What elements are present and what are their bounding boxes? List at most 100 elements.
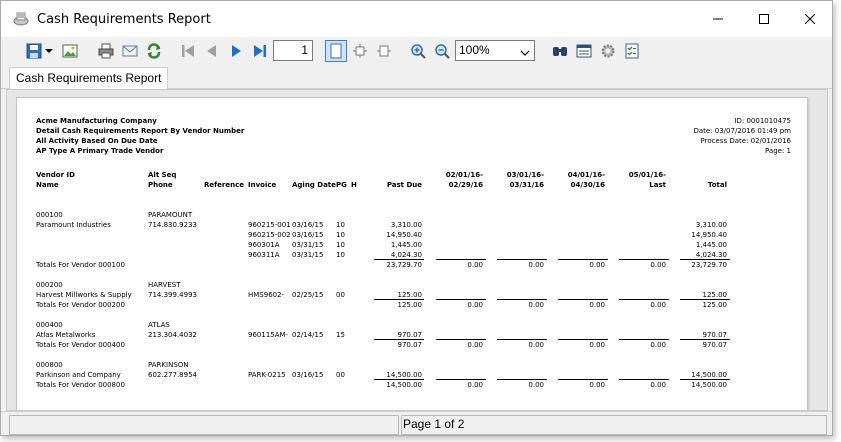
vendor-totals-label: Totals For Vendor 000400	[36, 341, 125, 349]
page-status: Page 1 of 2	[403, 417, 465, 431]
col-invoice: Invoice	[248, 181, 277, 189]
minimize-button[interactable]	[695, 1, 741, 37]
col-period1-start: 02/01/16-	[445, 171, 483, 179]
col-period3-end: 04/30/16	[570, 181, 605, 189]
fit-page-icon[interactable]	[349, 40, 371, 62]
total-amount: 14,950.40	[691, 231, 727, 239]
past-due-amount: 3,310.00	[390, 221, 422, 229]
previous-page-icon[interactable]	[201, 40, 223, 62]
vendor-alt-seq: HARVEST	[148, 281, 181, 289]
vendor-alt-seq: PARAMOUNT	[148, 211, 193, 219]
tab-strip: Cash Requirements Report	[1, 65, 832, 90]
vendor-total-past-due: 14,500.00	[386, 381, 422, 389]
vendor-total-period1: 0.00	[467, 341, 483, 349]
report-basis: All Activity Based On Due Date	[36, 137, 158, 145]
pg-code: 00	[336, 291, 345, 299]
col-total: Total	[707, 181, 727, 189]
email-icon[interactable]	[119, 40, 141, 62]
checklist-icon[interactable]	[621, 40, 643, 62]
aging-date: 03/31/15	[292, 241, 324, 249]
vendor-total-amount: 970.07	[702, 341, 728, 349]
vendor-total-period2: 0.00	[528, 301, 544, 309]
last-page-icon[interactable]	[249, 40, 271, 62]
vendor-totals-label: Totals For Vendor 000100	[36, 261, 125, 269]
first-page-icon[interactable]	[177, 40, 199, 62]
window-title: Cash Requirements Report	[37, 12, 211, 27]
print-icon[interactable]	[95, 40, 117, 62]
vendor-total-past-due: 125.00	[397, 301, 423, 309]
vendor-phone: 213.304.4032	[148, 331, 197, 339]
report-viewer[interactable]: Acme Manufacturing Company Detail Cash R…	[6, 89, 828, 411]
col-past-due: Past Due	[386, 181, 422, 189]
chevron-down-icon	[520, 45, 530, 64]
zoom-in-icon[interactable]	[407, 40, 429, 62]
past-due-amount: 14,950.40	[386, 231, 422, 239]
pg-code: 00	[336, 371, 345, 379]
zoom-select[interactable]: 100%	[455, 40, 535, 61]
zoom-value: 100%	[459, 43, 490, 57]
vendor-phone: 714.830.9233	[148, 221, 197, 229]
dropdown-arrow-icon[interactable]	[43, 40, 55, 62]
vendor-id: 000400	[36, 321, 63, 329]
maximize-button[interactable]	[741, 1, 787, 37]
col-period2-end: 03/31/16	[509, 181, 544, 189]
fit-width-icon[interactable]	[373, 40, 395, 62]
report-date: Date: 03/07/2016 01:49 pm	[693, 127, 791, 135]
col-period2-start: 03/01/16-	[506, 171, 544, 179]
report-process-date: Process Date: 02/01/2016	[700, 137, 791, 145]
col-period4-end: Last	[649, 181, 666, 189]
title-bar: Cash Requirements Report	[1, 1, 832, 37]
export-image-icon[interactable]	[59, 40, 81, 62]
vendor-phone: 714.399.4993	[148, 291, 197, 299]
total-amount: 1,445.00	[695, 241, 727, 249]
tab-cash-requirements-report[interactable]: Cash Requirements Report	[9, 67, 169, 90]
vendor-total-period3: 0.00	[589, 261, 605, 269]
refresh-icon[interactable]	[143, 40, 165, 62]
status-panel-left	[9, 415, 399, 435]
col-h: H	[351, 181, 357, 189]
page-number-input[interactable]: 1	[273, 40, 313, 61]
vendor-total-period2: 0.00	[528, 381, 544, 389]
invoice-number: PARK-0215	[248, 371, 286, 379]
vendor-totals-label: Totals For Vendor 000800	[36, 381, 125, 389]
vendor-total-period1: 0.00	[467, 261, 483, 269]
pg-code: 10	[336, 241, 345, 249]
vendor-alt-seq: PARKINSON	[148, 361, 189, 369]
pg-code: 10	[336, 251, 345, 259]
invoice-number: HMS9602-	[248, 291, 285, 299]
col-aging-date: Aging Date	[292, 181, 336, 189]
aging-date: 02/25/15	[292, 291, 324, 299]
layout-icon[interactable]	[573, 40, 595, 62]
past-due-amount: 1,445.00	[390, 241, 422, 249]
vendor-totals-label: Totals For Vendor 000200	[36, 301, 125, 309]
col-phone: Phone	[148, 181, 173, 189]
invoice-number: 960115AM-	[248, 331, 289, 339]
status-bar: Page 1 of 2	[1, 411, 832, 435]
aging-date: 02/14/15	[292, 331, 324, 339]
vendor-total-amount: 23,729.70	[691, 261, 727, 269]
zoom-out-icon[interactable]	[431, 40, 453, 62]
aging-date: 03/31/15	[292, 251, 324, 259]
vendor-name: Harvest Millworks & Supply	[36, 291, 132, 299]
vendor-total-period1: 0.00	[467, 381, 483, 389]
col-pg: PG	[336, 181, 347, 189]
settings-icon[interactable]	[597, 40, 619, 62]
vendor-name: Paramount Industries	[36, 221, 111, 229]
vendor-total-period1: 0.00	[467, 301, 483, 309]
aging-date: 03/16/15	[292, 371, 324, 379]
vendor-id: 000100	[36, 211, 63, 219]
report-page: Acme Manufacturing Company Detail Cash R…	[16, 97, 808, 410]
app-icon	[13, 12, 29, 26]
col-name: Name	[36, 181, 59, 189]
vendor-total-past-due: 970.07	[397, 341, 423, 349]
search-icon[interactable]	[549, 40, 571, 62]
save-icon[interactable]	[23, 40, 45, 62]
close-button[interactable]	[787, 1, 832, 37]
report-id: ID: 0001010475	[734, 117, 791, 125]
next-page-icon[interactable]	[225, 40, 247, 62]
single-page-icon[interactable]	[325, 40, 347, 62]
col-period1-end: 02/29/16	[448, 181, 483, 189]
vendor-total-period4: 0.00	[650, 341, 666, 349]
invoice-number: 960215-002	[248, 231, 291, 239]
report-company: Acme Manufacturing Company	[36, 117, 157, 125]
